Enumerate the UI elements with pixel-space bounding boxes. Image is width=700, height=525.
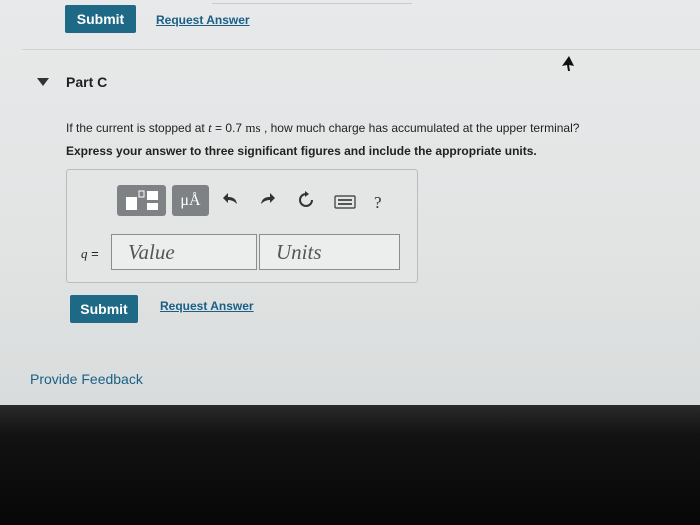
reset-icon[interactable] bbox=[296, 190, 316, 215]
keyboard-icon[interactable] bbox=[334, 194, 356, 214]
question-unit: ms bbox=[245, 120, 261, 135]
redo-icon[interactable] bbox=[258, 191, 276, 212]
templates-button[interactable] bbox=[117, 185, 166, 216]
units-icon: μÅ bbox=[180, 191, 201, 209]
provide-feedback-link[interactable]: Provide Feedback bbox=[30, 371, 143, 387]
question-prefix: If the current is stopped at bbox=[66, 121, 205, 135]
answer-variable-label: q = bbox=[81, 246, 99, 262]
collapse-caret-icon[interactable] bbox=[37, 78, 49, 86]
section-divider bbox=[22, 49, 700, 50]
prior-answer-field-edge bbox=[212, 0, 412, 4]
question-text: If the current is stopped at t = 0.7 ms … bbox=[66, 120, 579, 136]
question-suffix: , how much charge has accumulated at the… bbox=[263, 121, 580, 135]
request-answer-link[interactable]: Request Answer bbox=[160, 299, 254, 313]
help-icon[interactable]: ? bbox=[374, 193, 382, 213]
units-button[interactable]: μÅ bbox=[172, 185, 209, 216]
answer-instructions: Express your answer to three significant… bbox=[66, 144, 537, 158]
request-answer-link-previous[interactable]: Request Answer bbox=[156, 13, 250, 27]
units-input[interactable]: Units bbox=[259, 234, 400, 270]
undo-icon[interactable] bbox=[222, 191, 240, 212]
submit-button-previous[interactable]: Submit bbox=[65, 5, 136, 33]
answer-equals: = bbox=[87, 246, 99, 261]
question-equals: = 0.7 bbox=[211, 121, 246, 135]
value-input[interactable]: Value bbox=[111, 234, 257, 270]
mouse-cursor-icon bbox=[562, 56, 574, 71]
screen: Submit Request Answer Part C If the curr… bbox=[0, 0, 700, 405]
templates-icon bbox=[126, 190, 158, 210]
monitor-bezel bbox=[0, 405, 700, 525]
submit-button[interactable]: Submit bbox=[70, 295, 138, 323]
part-title[interactable]: Part C bbox=[66, 74, 107, 90]
